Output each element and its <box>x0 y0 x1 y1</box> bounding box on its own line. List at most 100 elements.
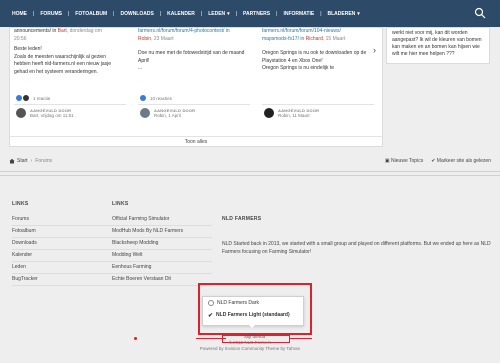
post-1: announcements/ in Bart, donderdag om 20:… <box>14 28 124 76</box>
show-all-button[interactable]: Toon alles <box>10 136 382 147</box>
arrow-line <box>196 338 226 339</box>
new-topics-label: Nieuwe Topics <box>391 158 424 164</box>
copyright-line-2: Powered by Invision Community Theme by T… <box>199 346 301 351</box>
avatar[interactable] <box>264 108 274 118</box>
nav-separator: | <box>159 10 162 17</box>
divider <box>138 104 250 105</box>
check-icon: ✔ <box>431 158 436 164</box>
post-2-line[interactable]: farmers.nl/forum/forum/4-photocontest/ i… <box>138 28 248 36</box>
chevron-down-icon: ▾ <box>357 10 360 17</box>
post-2-author[interactable]: Robin <box>138 36 151 42</box>
nav-item-informatie[interactable]: INFORMATIE <box>283 0 314 27</box>
post-1-when: , donderdag om <box>66 28 102 34</box>
footer-links-heading-2: LINKS <box>112 201 129 207</box>
like-icon <box>16 95 22 101</box>
nav-separator: | <box>320 10 322 17</box>
nav-item-label: LEDEN <box>208 10 226 17</box>
nav-separator: | <box>200 10 203 17</box>
footer-link[interactable]: Forums <box>12 214 112 226</box>
mark-read-label: Markeer site als gelezen <box>436 158 491 164</box>
post-3-line[interactable]: farmers.nl/forum/forum/104-nieuws/ <box>262 28 372 36</box>
breadcrumb: Start › Forums <box>9 158 52 164</box>
nav-item-downloads[interactable]: DOWNLOADS <box>120 0 153 27</box>
style-option-light-label: NLD Farmers Light (standaard) <box>216 312 290 318</box>
post-1-author[interactable]: Bart <box>58 28 67 34</box>
nav-items: HOME | FORUMS | FOTOALBUM | DOWNLOADS | KALENDER… <box>12 0 360 27</box>
menu-pointer <box>248 324 256 328</box>
mark-read-link[interactable]: ✔ Markeer site als gelezen <box>431 158 491 164</box>
copyright: © 2018 NLD Farmers Powered by Invision C… <box>0 340 500 352</box>
post-2-reactions[interactable]: 10 reacties <box>140 95 172 101</box>
post-2-when: , 23 Maart <box>151 35 174 42</box>
breadcrumb-home[interactable]: Start <box>17 158 28 164</box>
avatar[interactable] <box>16 108 26 118</box>
footer-link[interactable]: Echte Boeren Verstaan Dit <box>112 274 212 286</box>
post-1-author-block: AANGEVULD DOOR Bart, vrijdag om 11:51 <box>16 108 74 118</box>
post-3-author-block: AANGEVULD DOOR Robin, 11 Maart <box>264 108 319 118</box>
home-icon[interactable] <box>9 158 15 164</box>
breadcrumb-separator: › <box>30 158 33 164</box>
footer-link[interactable]: Kalender <box>12 250 112 262</box>
top-nav: HOME | FORUMS | FOTOALBUM | DOWNLOADS | KALENDER… <box>0 0 500 27</box>
post-1-reactions[interactable]: 1 reactie <box>16 95 50 101</box>
nav-item-forums[interactable]: FORUMS <box>40 0 62 27</box>
post-3-when: , 15 Maart <box>322 35 346 42</box>
divider <box>262 104 374 105</box>
post-1-line: announcements/ in <box>14 28 57 34</box>
new-topics-link[interactable]: ▣ Nieuwe Topics <box>385 158 423 164</box>
post-2-updated: Robin, 1 April <box>154 113 181 118</box>
post-1-body: Beste leden! Zoals de meesten waarschijn… <box>14 46 112 75</box>
footer-link[interactable]: Modding Welt <box>112 250 212 262</box>
like-icon <box>140 95 146 101</box>
nav-separator: | <box>67 10 70 17</box>
footer-links-2: Official Farming Simulator ModHub Mods By… <box>112 214 212 286</box>
style-option-light[interactable]: ✔ NLD Farmers Light (standaard) <box>203 309 303 321</box>
activity-card: announcements/ in Bart, donderdag om 20:… <box>9 27 383 147</box>
footer-link[interactable]: Blacksheep Modding <box>112 238 212 250</box>
nav-item-leden[interactable]: LEDEN ▾ <box>208 0 229 27</box>
post-1-reaction-count: 1 reactie <box>33 95 51 101</box>
breadcrumb-current: Forums <box>35 158 53 164</box>
footer-link[interactable]: Downloads <box>12 238 112 250</box>
post-2-reaction-count: 10 reacties <box>150 95 173 101</box>
post-2-body: Doe nu mee met de fotowedstrijd van de m… <box>138 50 245 71</box>
nav-item-label: KALENDER <box>167 10 195 17</box>
checkmark-icon: ✔ <box>208 312 214 319</box>
post-1-time: 20:56 <box>14 35 27 42</box>
nav-separator: | <box>276 10 278 17</box>
post-2-author-block: AANGEVULD DOOR Robin, 1 April <box>140 108 195 118</box>
footer-link[interactable]: Eenhous Farming <box>112 262 212 274</box>
footer-link[interactable]: Fotoalbum <box>12 226 112 238</box>
nav-item-label: FOTOALBUM <box>75 10 108 17</box>
nld-heading: NLD FARMERS <box>222 216 262 222</box>
post-3-author[interactable]: Richard <box>306 36 323 42</box>
nav-item-home[interactable]: HOME <box>12 0 27 27</box>
nav-item-label: INFORMATIE <box>283 10 315 17</box>
rss-icon: ▣ <box>384 158 390 164</box>
divider <box>0 171 500 172</box>
footer-links-heading-1: LINKS <box>12 201 29 207</box>
chevron-right-icon[interactable]: › <box>373 45 376 55</box>
style-option-dark[interactable]: NLD Farmers Dark <box>203 297 303 309</box>
footer-link[interactable]: Leden <box>12 262 112 274</box>
nav-item-fotoalbum[interactable]: FOTOALBUM <box>75 0 107 27</box>
nav-separator: | <box>33 10 35 17</box>
footer-link[interactable]: Official Farming Simulator <box>112 214 212 226</box>
arrow-line <box>290 338 312 339</box>
footer-link[interactable]: BugTracker <box>12 274 112 286</box>
post-3-line-b[interactable]: mapsmods-fs17/ in <box>262 36 304 42</box>
nav-item-kalender[interactable]: KALENDER <box>167 0 195 27</box>
style-menu: NLD Farmers Dark ✔ NLD Farmers Light (st… <box>202 296 304 326</box>
nav-separator: | <box>235 10 237 17</box>
post-3-body: Oregon Springs is nu ook te downloaden o… <box>262 50 367 71</box>
sidebar-card: werkt niet voor mij, kan dit worden aang… <box>386 27 490 64</box>
footer-link[interactable]: ModHub Mods By NLD Farmers <box>112 226 212 238</box>
avatar[interactable] <box>140 108 150 118</box>
reaction-icon <box>23 95 29 101</box>
style-trigger[interactable]: Stijl thema <box>244 334 265 339</box>
top-actions: ▣ Nieuwe Topics ✔ Markeer site als gelez… <box>385 158 491 164</box>
search-icon[interactable] <box>474 7 486 19</box>
nav-item-partners[interactable]: PARTNERS <box>243 0 270 27</box>
footer-links-1: Forums Fotoalbum Downloads Kalender Leden Bug… <box>12 214 112 286</box>
nav-item-bladeren[interactable]: BLADEREN ▾ <box>328 0 360 27</box>
